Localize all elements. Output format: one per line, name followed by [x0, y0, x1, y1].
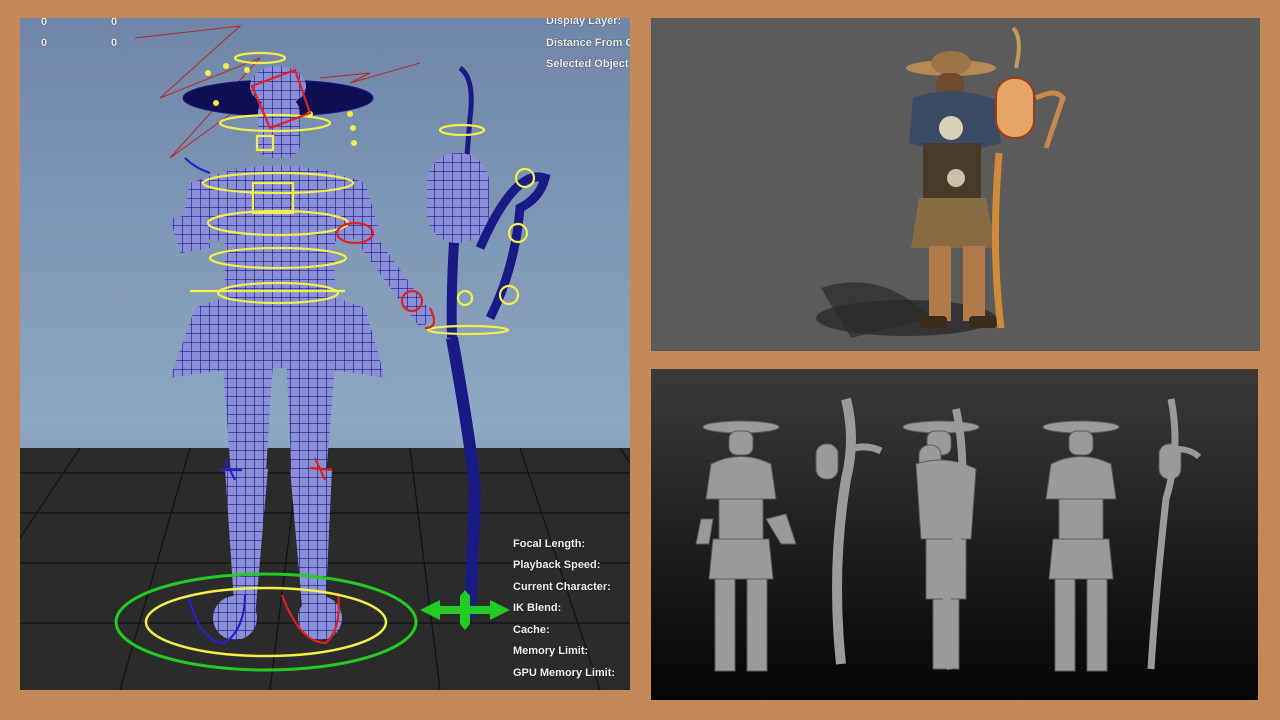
render-preview-panel [651, 18, 1260, 351]
lantern [995, 77, 1035, 139]
sculpt-back-view [1042, 398, 1202, 672]
hud-cache: Cache: [513, 624, 550, 636]
hud-value: 0 [41, 37, 48, 49]
hud-ik-blend: IK Blend: [513, 602, 562, 614]
hud-value: 0 [41, 18, 48, 28]
staff [991, 152, 1005, 329]
hud-value: 0 [111, 18, 118, 28]
sculpt-staff-view [815, 397, 883, 665]
sculpt-turnaround-panel [651, 369, 1258, 700]
hud-current-character: Current Character: [513, 581, 611, 593]
lantern-wire [427, 153, 489, 243]
hud-selected-objects: Selected Object [546, 58, 629, 70]
hud-playback-speed: Playback Speed: [513, 559, 601, 571]
rendered-character [816, 26, 1066, 338]
hud-focal-length: Focal Length: [513, 538, 586, 550]
hud-value: 0 [111, 37, 118, 49]
sculpt-side-view [902, 408, 980, 670]
maya-viewport[interactable]: 0 0 0 0 Display Layer: Distance From C S… [20, 18, 630, 690]
sculpt-views [695, 397, 1202, 672]
sculpt-front-view [695, 420, 797, 672]
hud-memory-limit: Memory Limit: [513, 645, 589, 657]
hud-display-layer: Display Layer: [546, 18, 622, 27]
pants [911, 198, 996, 248]
hud-distance-from-camera: Distance From C [546, 37, 630, 49]
hud-gpu-memory-limit: GPU Memory Limit: [513, 667, 616, 679]
